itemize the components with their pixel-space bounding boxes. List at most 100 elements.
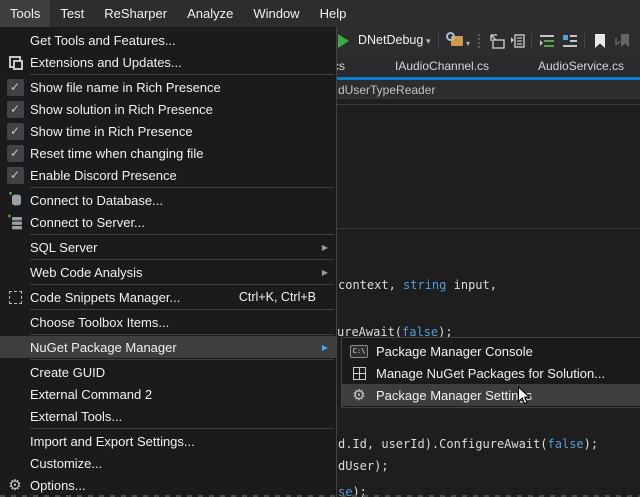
bookmark-next-icon[interactable] <box>614 32 632 50</box>
mouse-cursor-icon <box>517 386 531 411</box>
menu-item-label: Show file name in Rich Presence <box>30 80 336 95</box>
code-keyword: string <box>403 278 446 292</box>
menubar-test[interactable]: Test <box>50 0 94 27</box>
bookmark-icon[interactable] <box>591 32 609 50</box>
menu-item-show-solution-rich-presence[interactable]: ✓ Show solution in Rich Presence <box>0 98 336 120</box>
menubar-tools[interactable]: Tools <box>0 0 50 27</box>
chevron-right-icon: ▶ <box>322 343 328 352</box>
submenu-item-package-manager-settings[interactable]: ⚙ Package Manager Settings <box>342 384 640 406</box>
menu-item-import-export-settings[interactable]: Import and Export Settings... <box>0 430 336 452</box>
breadcrumb[interactable]: dUserTypeReader <box>338 83 435 97</box>
icon-slot: ⚙ <box>342 388 376 403</box>
menu-separator <box>30 334 334 335</box>
check-icon: ✓ <box>7 167 24 184</box>
copy-structure-icon[interactable] <box>509 32 527 50</box>
tab-iaudiochannel[interactable]: IAudioChannel.cs <box>395 59 489 73</box>
menu-item-label: Customize... <box>30 456 336 471</box>
submenu-item-package-manager-console[interactable]: C:\ Package Manager Console <box>342 340 640 362</box>
code-text: d.Id, userId).ConfigureAwait( <box>338 437 548 451</box>
menu-separator <box>30 259 334 260</box>
menu-item-connect-to-database[interactable]: Connect to Database... <box>0 189 336 211</box>
code-line: d.Id, userId).ConfigureAwait(false); <box>338 437 598 451</box>
chevron-right-icon: ▶ <box>322 268 328 277</box>
code-line: context, string input, <box>338 278 497 292</box>
menu-item-choose-toolbox-items[interactable]: Choose Toolbox Items... <box>0 311 336 333</box>
code-line: dUser); <box>338 459 389 473</box>
menu-item-external-tools[interactable]: External Tools... <box>0 405 336 427</box>
menu-item-code-snippets-manager[interactable]: Code Snippets Manager... Ctrl+K, Ctrl+B <box>0 286 336 308</box>
format-indent-icon[interactable] <box>538 32 556 50</box>
code-snippets-icon <box>9 291 22 304</box>
menubar-resharper[interactable]: ReSharper <box>94 0 177 27</box>
menu-item-options[interactable]: ⚙ Options... <box>0 474 336 496</box>
icon-slot: ✓ <box>0 101 30 118</box>
console-icon: C:\ <box>350 345 368 358</box>
menu-separator <box>30 187 334 188</box>
menubar-help[interactable]: Help <box>310 0 357 27</box>
menu-item-label: Code Snippets Manager... <box>30 290 239 305</box>
menu-separator <box>30 428 334 429</box>
chevron-down-icon[interactable]: ▾ <box>466 39 470 48</box>
menu-separator <box>30 284 334 285</box>
icon-slot: ✓ <box>0 123 30 140</box>
editor-divider <box>333 228 640 229</box>
editor-divider <box>333 104 640 105</box>
menu-item-enable-discord-presence[interactable]: ✓ Enable Discord Presence <box>0 164 336 186</box>
menu-item-label: External Tools... <box>30 409 336 424</box>
menu-item-create-guid[interactable]: Create GUID <box>0 361 336 383</box>
code-text: ); <box>584 437 598 451</box>
format-document-icon[interactable] <box>561 32 579 50</box>
menu-separator <box>30 359 334 360</box>
chevron-down-icon[interactable]: ▾ <box>426 36 431 47</box>
check-icon: ✓ <box>7 123 24 140</box>
submenu-item-manage-nuget-packages[interactable]: Manage NuGet Packages for Solution... <box>342 362 640 384</box>
menu-item-label: Connect to Database... <box>30 193 336 208</box>
menu-item-reset-time-changing-file[interactable]: ✓ Reset time when changing file <box>0 142 336 164</box>
icon-slot <box>0 291 30 304</box>
check-icon: ✓ <box>7 79 24 96</box>
menu-item-label: Extensions and Updates... <box>30 55 336 70</box>
menu-item-label: External Command 2 <box>30 387 336 402</box>
menubar-analyze[interactable]: Analyze <box>177 0 243 27</box>
menu-item-show-time-rich-presence[interactable]: ✓ Show time in Rich Presence <box>0 120 336 142</box>
check-icon: ✓ <box>7 101 24 118</box>
menu-item-extensions-and-updates[interactable]: Extensions and Updates... <box>0 51 336 73</box>
menu-item-show-file-name-rich-presence[interactable]: ✓ Show file name in Rich Presence <box>0 76 336 98</box>
extensions-icon <box>9 56 21 68</box>
menubar-window[interactable]: Window <box>243 0 309 27</box>
icon-slot: ⚙ <box>0 478 30 493</box>
code-keyword: false <box>548 437 584 451</box>
menu-item-label: Import and Export Settings... <box>30 434 336 449</box>
icon-slot <box>0 214 30 230</box>
menu-separator <box>30 309 334 310</box>
code-text: dUser); <box>338 459 389 473</box>
server-icon <box>7 214 23 230</box>
menu-item-external-command-2[interactable]: External Command 2 <box>0 383 336 405</box>
menu-item-label: Package Manager Settings <box>376 388 640 403</box>
icon-slot: C:\ <box>342 345 376 358</box>
chevron-right-icon: ▶ <box>322 243 328 252</box>
run-icon[interactable] <box>338 34 349 48</box>
menu-item-label: Choose Toolbox Items... <box>30 315 336 330</box>
toolbar-separator <box>438 33 439 49</box>
menu-item-label: NuGet Package Manager <box>30 340 322 355</box>
menu-item-connect-to-server[interactable]: Connect to Server... <box>0 211 336 233</box>
menu-item-shortcut: Ctrl+K, Ctrl+B <box>239 290 316 304</box>
menu-item-sql-server[interactable]: SQL Server ▶ <box>0 236 336 258</box>
toolbar-separator <box>531 33 532 49</box>
nuget-submenu: C:\ Package Manager Console Manage NuGet… <box>341 337 640 408</box>
tab-audioservice[interactable]: AudioService.cs <box>538 59 624 73</box>
run-configuration-selector[interactable]: DNetDebug <box>358 33 423 47</box>
toolbar-grip <box>478 34 480 48</box>
menu-item-nuget-package-manager[interactable]: NuGet Package Manager ▶ <box>0 336 336 358</box>
menu-item-label: SQL Server <box>30 240 322 255</box>
visual-studio-window: DNetDebug ▾ ▾ <box>0 0 640 497</box>
find-in-files-icon[interactable] <box>446 32 464 50</box>
menu-item-get-tools-and-features[interactable]: Get Tools and Features... <box>0 29 336 51</box>
navigate-back-icon[interactable] <box>488 32 506 50</box>
gear-icon: ⚙ <box>352 388 365 403</box>
menu-item-customize[interactable]: Customize... <box>0 452 336 474</box>
check-icon: ✓ <box>7 145 24 162</box>
menu-item-web-code-analysis[interactable]: Web Code Analysis ▶ <box>0 261 336 283</box>
menu-item-label: Show time in Rich Presence <box>30 124 336 139</box>
